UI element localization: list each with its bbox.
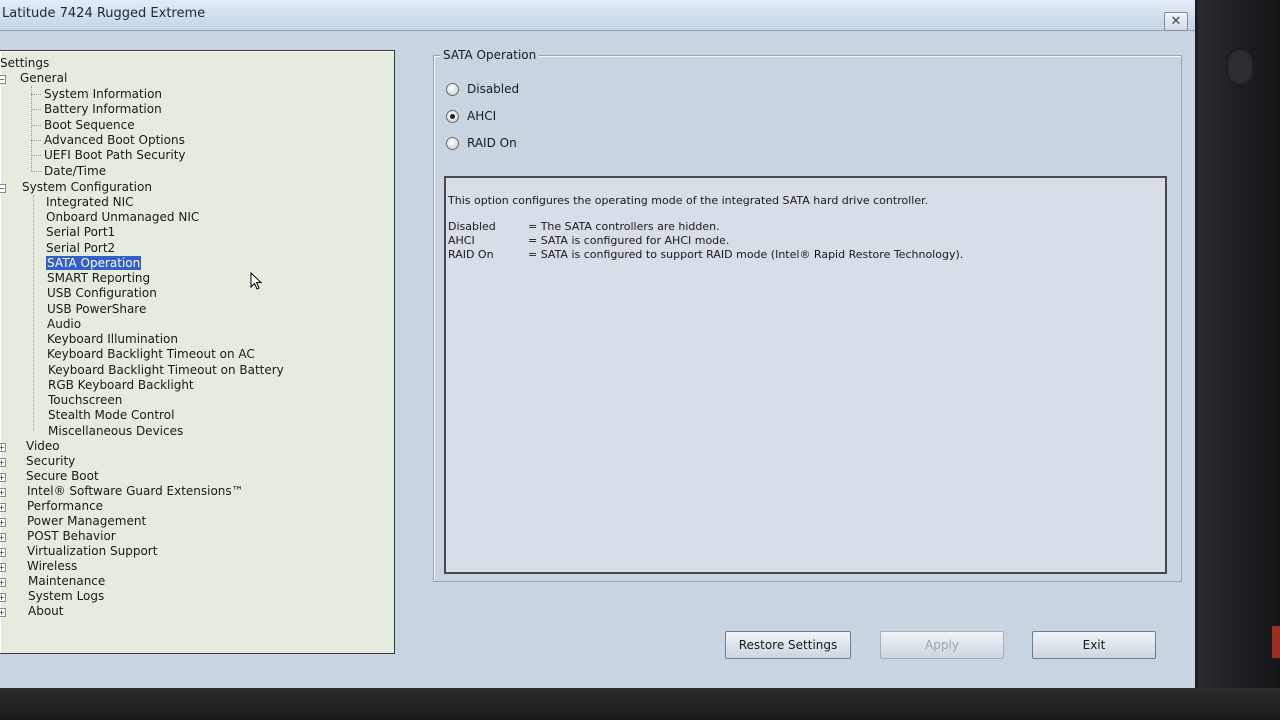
tree-item-smart-reporting[interactable]: SMART Reporting — [47, 271, 150, 285]
tree-connector — [31, 86, 32, 172]
radio-raid-on[interactable]: RAID On — [446, 136, 517, 150]
tree-item-onboard-unmanaged-nic[interactable]: Onboard Unmanaged NIC — [46, 210, 199, 224]
tree-group-system-configuration[interactable]: System Configuration — [22, 180, 152, 194]
tree-item-stealth-mode-control[interactable]: Stealth Mode Control — [48, 408, 174, 422]
radio-label: AHCI — [467, 109, 497, 123]
tree-connector — [31, 94, 41, 95]
expand-icon[interactable]: + — [0, 608, 6, 617]
expand-icon[interactable]: + — [0, 458, 6, 467]
tree-connector — [31, 140, 41, 141]
bezel-accent — [1272, 626, 1280, 658]
tree-group-security[interactable]: Security — [26, 454, 75, 468]
expand-icon[interactable]: + — [0, 548, 6, 557]
tree-group-virtualization-support[interactable]: Virtualization Support — [27, 544, 157, 558]
tree-connector — [33, 195, 34, 431]
tree-group-wireless[interactable]: Wireless — [27, 559, 77, 573]
expand-icon[interactable]: + — [0, 473, 6, 482]
description-term: AHCI — [448, 234, 475, 247]
tree-item-sata-operation[interactable]: SATA Operation — [46, 256, 142, 270]
description-term: Disabled — [448, 220, 496, 233]
collapse-icon[interactable]: − — [0, 75, 6, 84]
tree-item-usb-powershare[interactable]: USB PowerShare — [47, 302, 146, 316]
tree-connector — [31, 171, 41, 172]
radio-label: Disabled — [467, 82, 520, 96]
tree-item-keyboard-backlight-timeout-battery[interactable]: Keyboard Backlight Timeout on Battery — [48, 363, 284, 377]
description-intro: This option configures the operating mod… — [448, 194, 929, 207]
tree-group-secure-boot[interactable]: Secure Boot — [26, 469, 99, 483]
tree-item-keyboard-backlight-timeout-ac[interactable]: Keyboard Backlight Timeout on AC — [47, 347, 255, 361]
tree-group-performance[interactable]: Performance — [27, 499, 103, 513]
description-box: This option configures the operating mod… — [444, 176, 1167, 574]
tree-item-miscellaneous-devices[interactable]: Miscellaneous Devices — [48, 424, 183, 438]
tree-item-boot-sequence[interactable]: Boot Sequence — [44, 118, 135, 132]
mouse-cursor-icon — [250, 272, 263, 290]
exit-button[interactable]: Exit — [1032, 631, 1156, 659]
title-bar: Latitude 7424 Rugged Extreme ✕ — [0, 0, 1195, 31]
tree-group-intel-sgx[interactable]: Intel® Software Guard Extensions™ — [27, 484, 244, 498]
bios-window: Latitude 7424 Rugged Extreme ✕ Settings … — [0, 0, 1195, 688]
restore-settings-button[interactable]: Restore Settings — [725, 631, 851, 659]
radio-disabled[interactable]: Disabled — [446, 82, 519, 96]
tree-connector — [31, 109, 41, 110]
expand-icon[interactable]: + — [0, 518, 6, 527]
tree-item-battery-information[interactable]: Battery Information — [44, 102, 162, 116]
tree-item-serial-port1[interactable]: Serial Port1 — [46, 225, 115, 239]
radio-checked-icon[interactable] — [446, 109, 459, 123]
tree-group-about[interactable]: About — [28, 604, 63, 618]
tree-group-post-behavior[interactable]: POST Behavior — [27, 529, 116, 543]
expand-icon[interactable]: + — [0, 533, 6, 542]
camera-icon — [1226, 48, 1254, 86]
radio-icon[interactable] — [446, 136, 459, 150]
tree-group-video[interactable]: Video — [26, 439, 60, 453]
tree-root-settings: Settings — [0, 56, 50, 70]
expand-icon[interactable]: + — [0, 443, 6, 452]
tree-group-general[interactable]: General — [20, 71, 67, 85]
expand-icon[interactable]: + — [0, 563, 6, 572]
radio-ahci[interactable]: AHCI — [446, 109, 496, 123]
tree-item-serial-port2[interactable]: Serial Port2 — [46, 241, 115, 255]
tree-group-system-logs[interactable]: System Logs — [28, 589, 104, 603]
group-title: SATA Operation — [440, 48, 540, 62]
description-definition: = SATA is configured to support RAID mod… — [528, 248, 964, 261]
tree-connector — [31, 155, 41, 156]
tree-item-touchscreen[interactable]: Touchscreen — [48, 393, 122, 407]
collapse-icon[interactable]: − — [0, 184, 6, 193]
tree-item-advanced-boot-options[interactable]: Advanced Boot Options — [44, 133, 185, 147]
tree-group-maintenance[interactable]: Maintenance — [28, 574, 105, 588]
tree-item-rgb-keyboard-backlight[interactable]: RGB Keyboard Backlight — [48, 378, 194, 392]
radio-icon[interactable] — [446, 82, 459, 96]
description-term: RAID On — [448, 248, 494, 261]
tree-item-usb-configuration[interactable]: USB Configuration — [47, 286, 157, 300]
apply-button[interactable]: Apply — [880, 631, 1004, 659]
tree-item-integrated-nic[interactable]: Integrated NIC — [46, 195, 134, 209]
settings-tree: Settings − General System Information Ba… — [0, 50, 395, 654]
radio-label: RAID On — [467, 136, 517, 150]
expand-icon[interactable]: + — [0, 578, 6, 587]
window-title: Latitude 7424 Rugged Extreme — [2, 6, 206, 21]
tree-group-power-management[interactable]: Power Management — [27, 514, 146, 528]
tree-item-uefi-boot-path-security[interactable]: UEFI Boot Path Security — [44, 148, 186, 162]
tree-item-date-time[interactable]: Date/Time — [44, 164, 106, 178]
tree-item-system-information[interactable]: System Information — [44, 87, 162, 101]
tree-item-keyboard-illumination[interactable]: Keyboard Illumination — [47, 332, 178, 346]
expand-icon[interactable]: + — [0, 488, 6, 497]
close-icon: ✕ — [1170, 14, 1182, 29]
description-definition: = The SATA controllers are hidden. — [528, 220, 720, 233]
tree-item-audio[interactable]: Audio — [47, 317, 81, 331]
tree-connector — [31, 125, 41, 126]
expand-icon[interactable]: + — [0, 503, 6, 512]
close-button[interactable]: ✕ — [1164, 12, 1188, 31]
expand-icon[interactable]: + — [0, 593, 6, 602]
screen-bezel — [1198, 0, 1280, 720]
description-definition: = SATA is configured for AHCI mode. — [528, 234, 730, 247]
screen-bezel-bottom — [0, 688, 1280, 720]
